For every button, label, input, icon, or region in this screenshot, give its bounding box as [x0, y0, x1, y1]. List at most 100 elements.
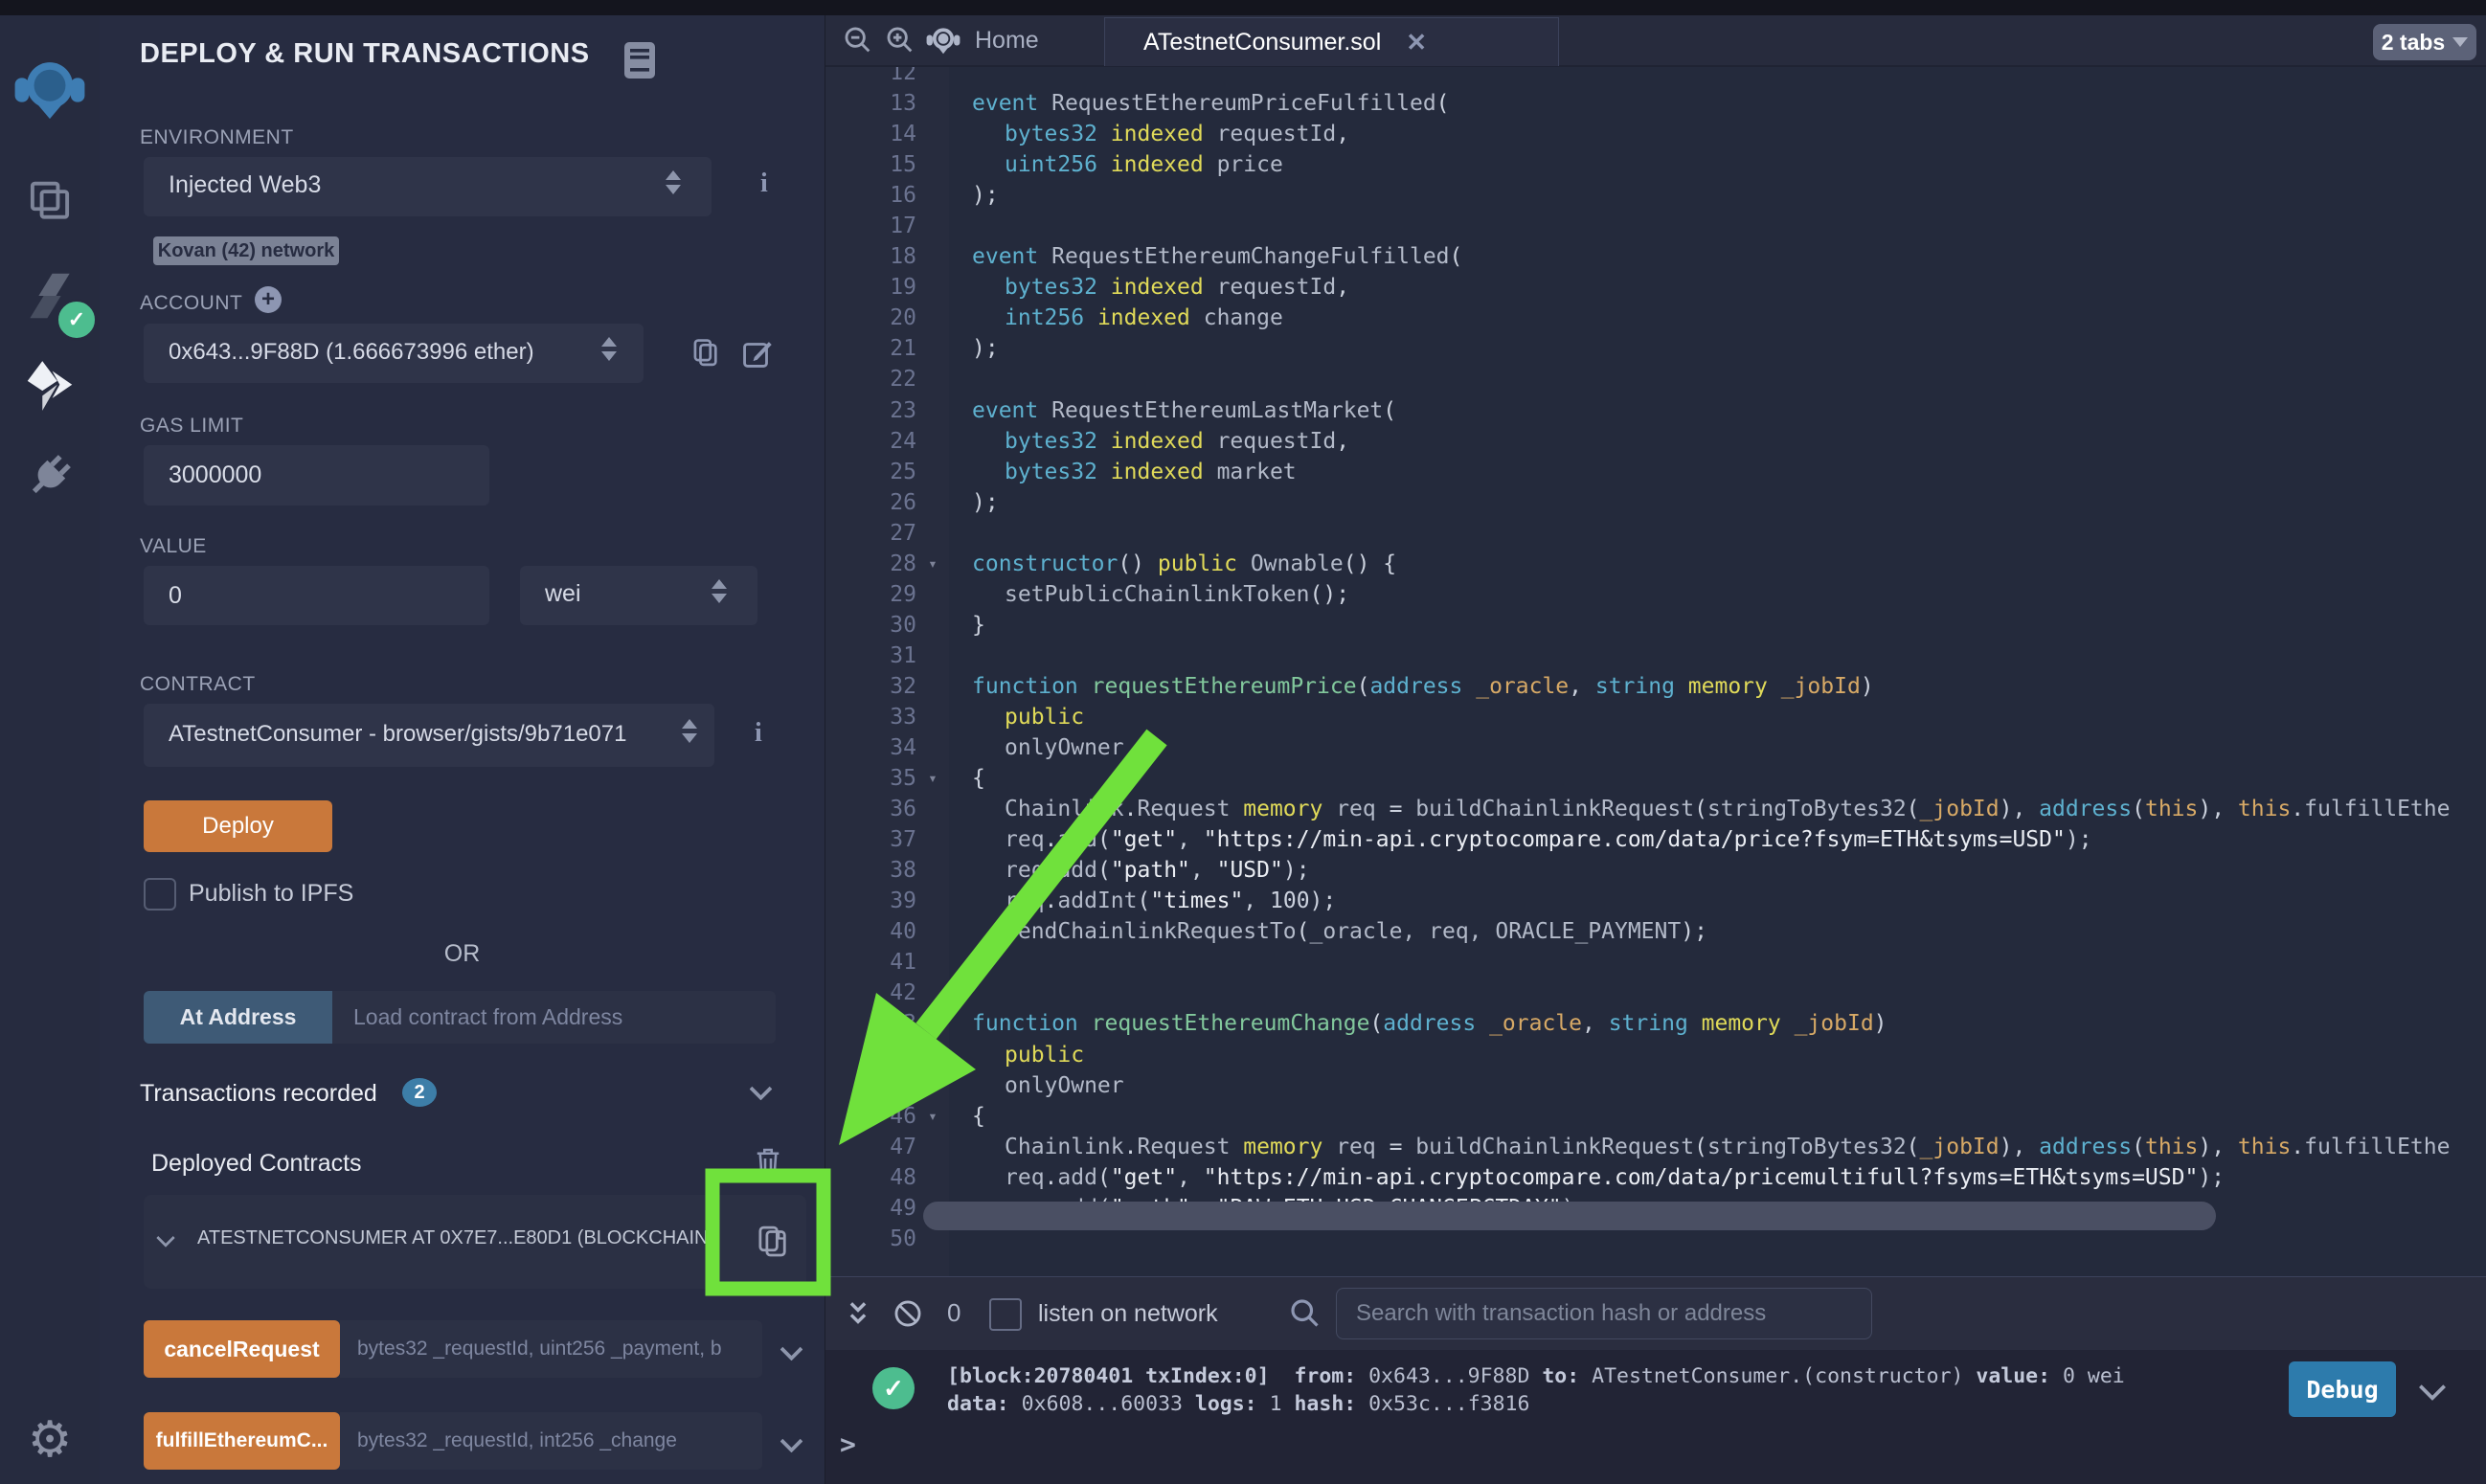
zoom-out-icon[interactable] — [842, 24, 874, 61]
value-unit-select[interactable]: wei — [520, 566, 757, 625]
line-number: 20 — [825, 303, 916, 333]
tab-home[interactable]: Home — [925, 15, 1039, 65]
publish-ipfs-checkbox[interactable] — [144, 878, 176, 911]
transaction-log[interactable]: [block:20780401 txIndex:0] from: 0x643..… — [947, 1362, 2125, 1418]
code-line: 33public — [825, 702, 2486, 732]
at-address-button[interactable]: At Address — [144, 991, 332, 1044]
line-number: 25 — [825, 457, 916, 487]
code-line: 25bytes32 indexed market — [825, 457, 2486, 487]
tab-home-label: Home — [975, 27, 1039, 55]
line-number: 47 — [825, 1132, 916, 1162]
environment-label: ENVIRONMENT — [140, 126, 294, 149]
code-line: 43function requestEthereumChange(address… — [825, 1008, 2486, 1039]
gas-limit-label: GAS LIMIT — [140, 415, 243, 438]
copy-instance-icon[interactable] — [753, 1222, 793, 1267]
plugin-manager-icon[interactable] — [0, 448, 100, 504]
deployed-contracts-label: Deployed Contracts — [151, 1150, 362, 1178]
fold-caret-icon — [916, 1162, 949, 1193]
fold-caret-icon[interactable]: ▾ — [916, 763, 949, 794]
code-line: 17 — [825, 211, 2486, 241]
line-number: 45 — [825, 1070, 916, 1101]
environment-info-icon[interactable]: i — [760, 169, 768, 199]
transactions-expand-chevron-icon[interactable] — [749, 1077, 772, 1100]
code-line: 29setPublicChainlinkToken(); — [825, 579, 2486, 610]
code-editor[interactable]: 1213event RequestEthereumPriceFulfilled(… — [825, 15, 2486, 1276]
line-number: 33 — [825, 702, 916, 732]
settings-gear-icon[interactable]: ⚙ — [0, 1411, 100, 1469]
at-address-row: At Address Load contract from Address — [144, 991, 776, 1044]
code-line: 38req.add("path", "USD"); — [825, 855, 2486, 886]
tab-close-icon[interactable]: ✕ — [1406, 28, 1427, 57]
contract-select[interactable]: ATestnetConsumer - browser/gists/9b71e07… — [144, 704, 714, 767]
code-line: 45onlyOwner — [825, 1070, 2486, 1101]
line-number: 28 — [825, 549, 916, 579]
or-divider: OR — [100, 940, 825, 968]
window-top-strip — [0, 0, 2486, 15]
code-line: 32function requestEthereumPrice(address … — [825, 671, 2486, 702]
code-line: 20int256 indexed change — [825, 303, 2486, 333]
line-number: 42 — [825, 978, 916, 1008]
at-address-input[interactable]: Load contract from Address — [332, 991, 776, 1044]
clear-instances-trash-icon[interactable] — [751, 1143, 785, 1184]
contract-instance-row[interactable]: ATESTNETCONSUMER AT 0X7E7...E80D1 (BLOCK… — [144, 1195, 806, 1289]
deploy-button[interactable]: Deploy — [144, 800, 332, 852]
editor-horizontal-scrollbar[interactable] — [923, 1202, 2216, 1230]
function-expand-chevron-icon[interactable] — [780, 1338, 802, 1360]
fold-caret-icon — [916, 180, 949, 211]
log-expand-chevron-icon[interactable] — [2419, 1374, 2446, 1401]
terminal-prompt[interactable]: > — [840, 1428, 856, 1460]
deploy-run-icon[interactable] — [0, 356, 100, 416]
select-arrows-icon — [666, 170, 681, 194]
function-expand-chevron-icon[interactable] — [780, 1429, 802, 1452]
contract-info-icon[interactable]: i — [755, 718, 762, 749]
code-line: 13event RequestEthereumPriceFulfilled( — [825, 88, 2486, 119]
fold-caret-icon — [916, 1070, 949, 1101]
add-account-icon[interactable]: + — [255, 286, 282, 313]
fold-caret-icon — [916, 333, 949, 364]
environment-select[interactable]: Injected Web3 — [144, 157, 712, 216]
tab-active-file[interactable]: ATestnetConsumer.sol ✕ — [1104, 17, 1559, 66]
line-number: 48 — [825, 1162, 916, 1193]
instance-collapse-chevron-icon[interactable] — [156, 1228, 175, 1248]
value-input[interactable] — [144, 566, 489, 625]
listen-network-label: listen on network — [1038, 1300, 1218, 1328]
function-row: cancelRequest bytes32 _requestId, uint25… — [144, 1320, 806, 1378]
clear-console-icon[interactable] — [892, 1297, 924, 1335]
gas-limit-input[interactable] — [144, 445, 489, 506]
listen-network-checkbox[interactable] — [989, 1298, 1022, 1331]
line-number: 36 — [825, 794, 916, 824]
remix-ide: ✓ ⚙ DEPLOY & RUN TRANSACTIONS — [0, 0, 2486, 1484]
fulfillethereumchange-button[interactable]: fulfillEthereumC... — [144, 1412, 340, 1470]
code-line: 47Chainlink.Request memory req = buildCh… — [825, 1132, 2486, 1162]
fold-caret-icon[interactable]: ▾ — [916, 549, 949, 579]
search-icon — [1287, 1295, 1322, 1335]
cancelrequest-params[interactable]: bytes32 _requestId, uint256 _payment, b — [340, 1320, 762, 1378]
documentation-icon[interactable] — [622, 40, 657, 85]
line-number: 38 — [825, 855, 916, 886]
expand-terminal-icon[interactable] — [842, 1296, 874, 1336]
terminal-search-input[interactable] — [1336, 1288, 1872, 1339]
zoom-in-icon[interactable] — [884, 24, 916, 61]
copy-account-icon[interactable] — [688, 335, 724, 376]
editor-tab-bar: Home ATestnetConsumer.sol ✕ 2 tabs — [825, 15, 2486, 67]
debug-button[interactable]: Debug — [2289, 1361, 2396, 1417]
transaction-log-line: data: 0x608...60033 logs: 1 hash: 0x53c.… — [947, 1390, 2125, 1418]
instance-title: ATESTNETCONSUMER AT 0X7E7...E80D1 (BLOCK… — [197, 1227, 716, 1249]
code-line: 48req.add("get", "https://min-api.crypto… — [825, 1162, 2486, 1193]
cancelrequest-button[interactable]: cancelRequest — [144, 1320, 340, 1378]
line-number: 43 — [825, 1008, 916, 1039]
fold-caret-icon — [916, 886, 949, 916]
fulfillethereumchange-params[interactable]: bytes32 _requestId, int256 _change — [340, 1412, 762, 1470]
fold-caret-icon[interactable]: ▾ — [916, 1101, 949, 1132]
remix-logo-icon[interactable] — [0, 54, 100, 126]
line-number: 27 — [825, 518, 916, 549]
fold-caret-icon — [916, 395, 949, 426]
tabs-count-dropdown[interactable]: 2 tabs — [2373, 24, 2476, 60]
file-explorer-icon[interactable] — [0, 174, 100, 230]
edit-account-icon[interactable] — [739, 335, 776, 376]
account-select[interactable]: 0x643...9F88D (1.666673996 ether) — [144, 324, 644, 383]
line-number: 35 — [825, 763, 916, 794]
fold-caret-icon — [916, 641, 949, 671]
fold-caret-icon — [916, 241, 949, 272]
fold-caret-icon — [916, 518, 949, 549]
